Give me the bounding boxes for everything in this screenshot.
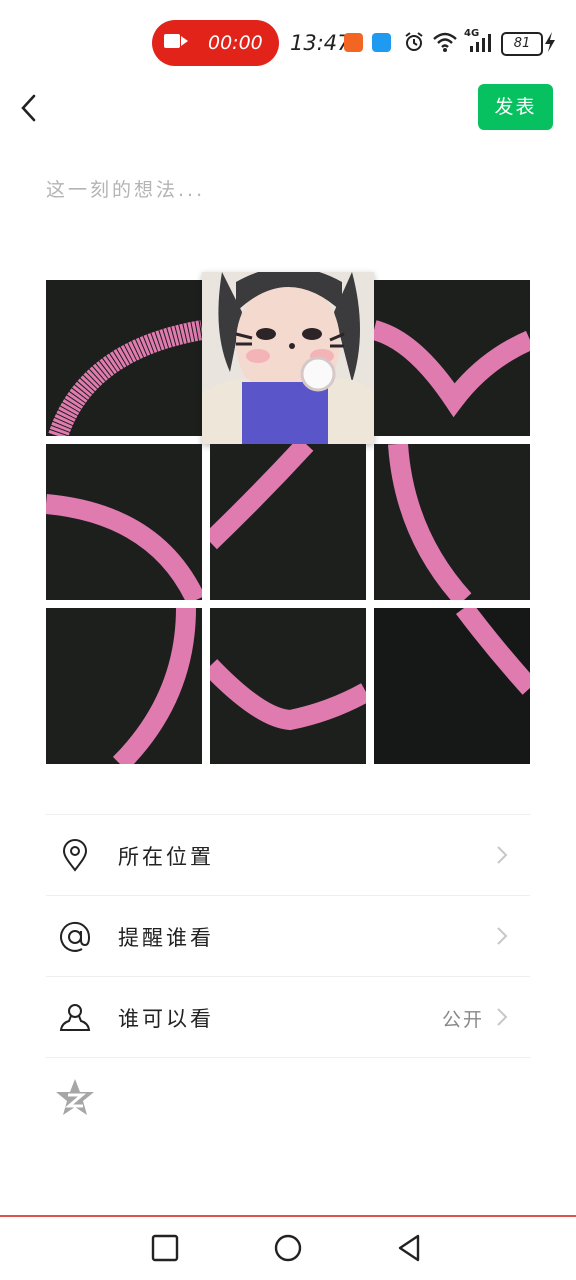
photo-tile-8[interactable]	[210, 608, 366, 764]
circle-home-icon[interactable]	[272, 1232, 304, 1264]
photo-tile-4[interactable]	[46, 444, 202, 600]
visibility-row[interactable]: 谁可以看 公开	[46, 977, 530, 1057]
signal-icon	[470, 34, 491, 52]
photo-tile-1[interactable]	[46, 280, 202, 436]
mention-row[interactable]: 提醒谁看	[46, 896, 530, 976]
screen-recording-pill[interactable]: 00:00	[152, 20, 279, 66]
status-clock: 13:47	[290, 31, 351, 55]
person-icon	[59, 1004, 91, 1031]
recording-timer: 00:00	[208, 32, 263, 54]
nav-divider	[0, 1215, 576, 1217]
wifi-icon	[433, 32, 457, 52]
photo-tile-6[interactable]	[374, 444, 530, 600]
battery-level: 81	[513, 36, 531, 51]
photo-tile-9[interactable]	[374, 608, 530, 764]
triangle-back-icon[interactable]	[394, 1232, 426, 1264]
status-bar: 00:00 13:47 4G 81	[0, 0, 576, 80]
charging-icon	[545, 32, 555, 52]
app-notification-icon	[344, 33, 363, 52]
location-pin-icon	[62, 839, 88, 872]
chevron-right-icon	[497, 1008, 508, 1026]
visibility-label: 谁可以看	[118, 1007, 214, 1031]
qzone-star-icon[interactable]	[54, 1077, 96, 1119]
cloud-icon	[372, 33, 391, 52]
photo-tile-7[interactable]	[46, 608, 202, 764]
square-recents-icon[interactable]	[149, 1232, 181, 1264]
chevron-right-icon	[497, 927, 508, 945]
location-label: 所在位置	[118, 845, 214, 869]
back-arrow-icon[interactable]	[14, 88, 48, 128]
visibility-value: 公开	[441, 1009, 484, 1031]
location-row[interactable]: 所在位置	[46, 815, 530, 895]
battery-icon: 81	[501, 32, 543, 56]
at-sign-icon	[60, 921, 91, 952]
video-camera-icon	[164, 34, 188, 48]
moment-text-input[interactable]	[46, 170, 530, 210]
chevron-right-icon	[497, 846, 508, 864]
alarm-icon	[405, 32, 423, 51]
photo-tile-5[interactable]	[210, 444, 366, 600]
mention-label: 提醒谁看	[118, 926, 214, 950]
photo-tile-2-selfie[interactable]	[202, 272, 374, 444]
photo-tile-3[interactable]	[374, 280, 530, 436]
divider	[46, 1057, 530, 1058]
publish-button[interactable]: 发表	[478, 84, 553, 130]
